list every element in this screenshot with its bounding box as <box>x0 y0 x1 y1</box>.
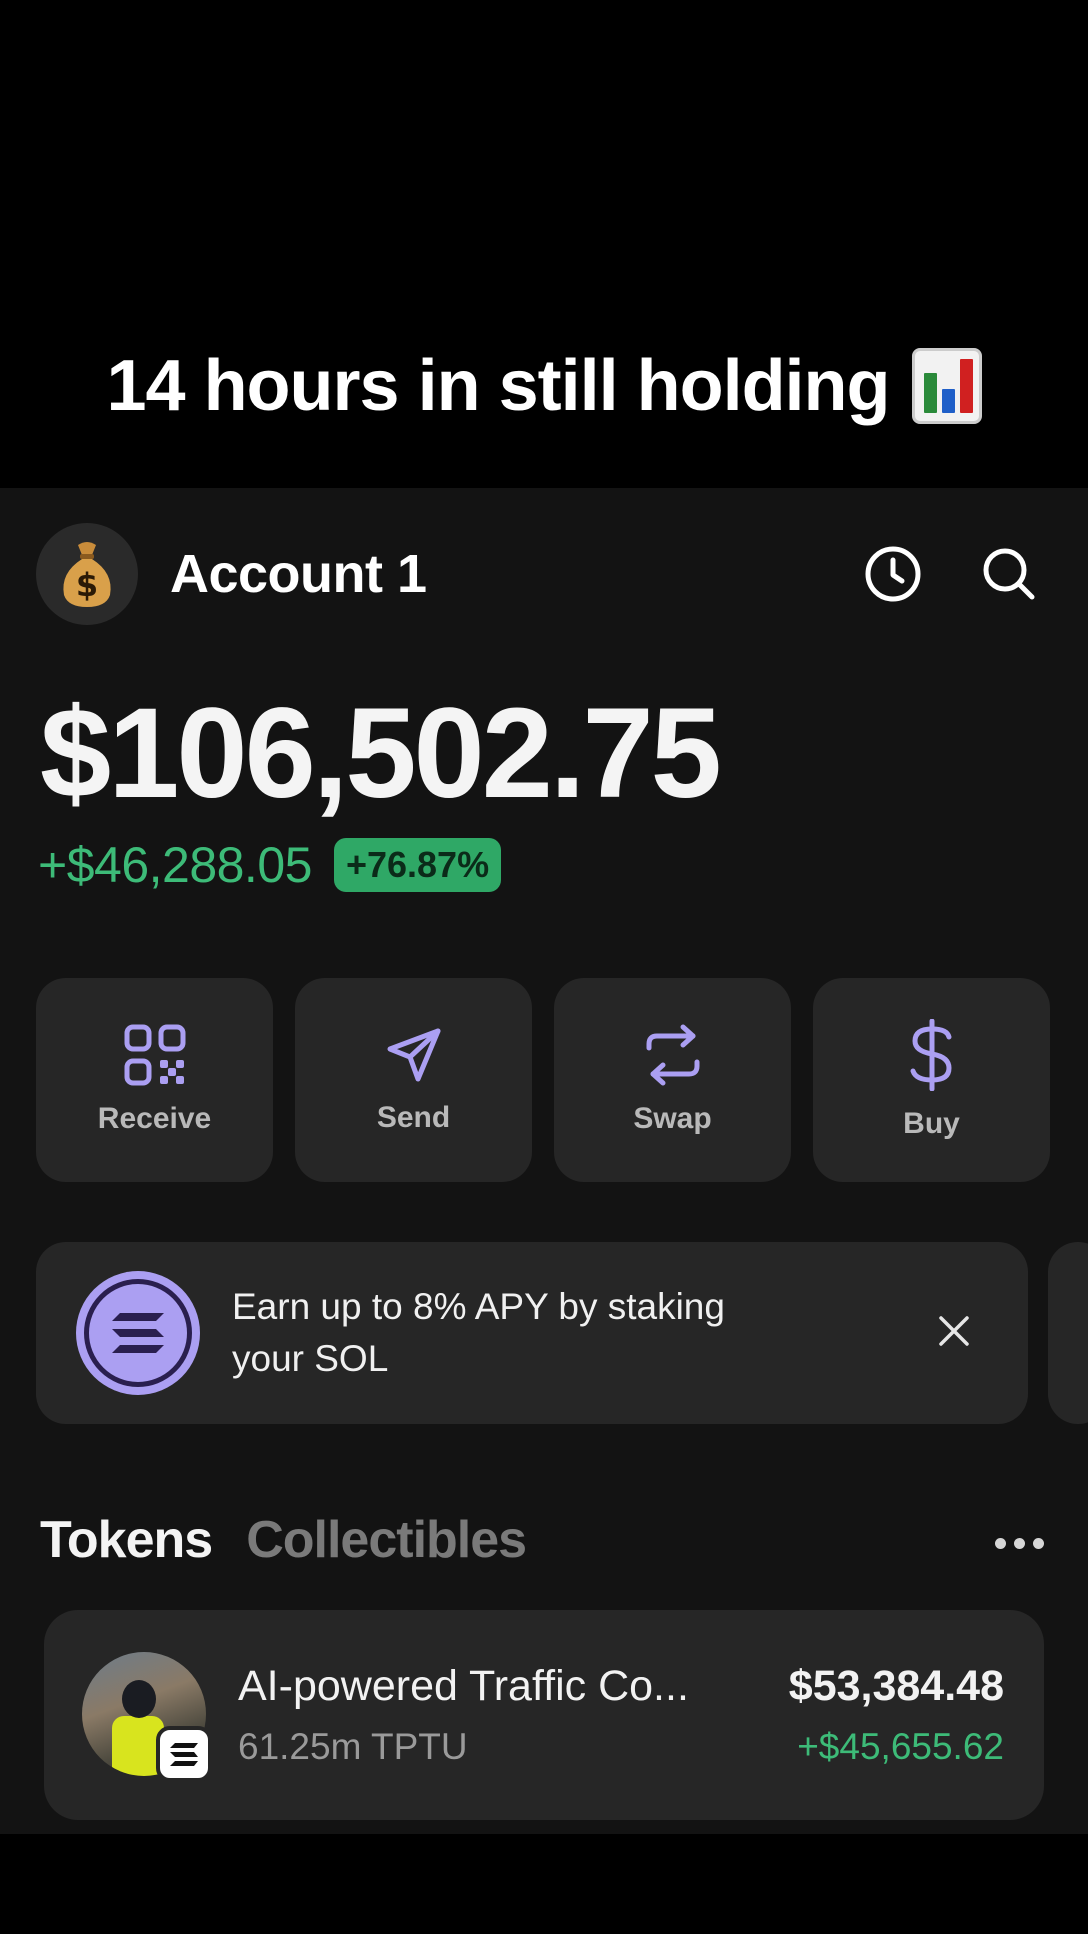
caption-text: 14 hours in still holding <box>106 346 890 426</box>
bar-chart-icon <box>911 348 982 424</box>
svg-text:$: $ <box>76 566 98 604</box>
search-button[interactable] <box>980 545 1038 603</box>
change-percent-badge: +76.87% <box>333 838 502 892</box>
search-icon <box>983 548 1035 600</box>
token-value: $53,384.48 <box>788 1662 1004 1710</box>
send-button[interactable]: Send <box>295 978 532 1182</box>
buy-button[interactable]: Buy <box>813 978 1050 1182</box>
screen: 14 hours in still holding $ Account 1 $1… <box>0 0 1088 1934</box>
staking-promo-card[interactable]: Earn up to 8% APY by staking your SOL <box>36 1242 1028 1424</box>
money-bag-icon: $ <box>63 542 111 607</box>
token-row[interactable]: AI-powered Traffic Co... 61.25m TPTU $53… <box>44 1610 1044 1820</box>
token-name: AI-powered Traffic Co... <box>238 1662 689 1710</box>
account-avatar[interactable]: $ <box>36 523 138 625</box>
history-button[interactable] <box>864 545 922 603</box>
send-label: Send <box>376 1101 451 1134</box>
total-balance: $106,502.75 <box>40 682 722 825</box>
history-clock-icon <box>865 546 921 602</box>
token-change: +$45,655.62 <box>797 1726 1004 1767</box>
dollar-icon <box>910 1019 952 1091</box>
receive-button[interactable]: Receive <box>36 978 273 1182</box>
header-icons <box>864 545 1038 603</box>
change-amount: +$46,288.05 <box>38 837 312 893</box>
promo-text: Earn up to 8% APY by staking your SOL <box>232 1286 725 1379</box>
swap-button[interactable]: Swap <box>554 978 791 1182</box>
tab-tokens[interactable]: Tokens <box>40 1510 213 1570</box>
asset-tabs: Tokens Collectibles <box>40 1510 527 1570</box>
more-dots-icon[interactable] <box>995 1538 1044 1549</box>
tab-collectibles[interactable]: Collectibles <box>246 1510 527 1570</box>
buy-label: Buy <box>903 1107 960 1140</box>
swap-arrows-icon <box>646 1024 699 1086</box>
swap-label: Swap <box>633 1102 712 1135</box>
account-header: $ Account 1 <box>36 523 1052 625</box>
action-buttons: Receive Send Swap Buy <box>36 978 1050 1182</box>
next-promo-card[interactable] <box>1048 1242 1088 1424</box>
balance-change: +$46,288.05 +76.87% <box>38 836 502 894</box>
wallet-app: $ Account 1 $106,502.75 +$46,288.05 +76.… <box>0 488 1088 1834</box>
paper-plane-icon <box>387 1028 440 1082</box>
token-quantity: 61.25m TPTU <box>238 1726 468 1767</box>
close-promo-button[interactable] <box>938 1315 970 1352</box>
solana-chain-icon <box>156 1726 212 1782</box>
solana-icon <box>76 1271 200 1395</box>
qr-code-icon <box>124 1024 185 1086</box>
account-name[interactable]: Account 1 <box>170 543 427 605</box>
video-caption: 14 hours in still holding <box>0 345 1088 427</box>
receive-label: Receive <box>97 1102 212 1135</box>
close-icon <box>939 1315 969 1346</box>
